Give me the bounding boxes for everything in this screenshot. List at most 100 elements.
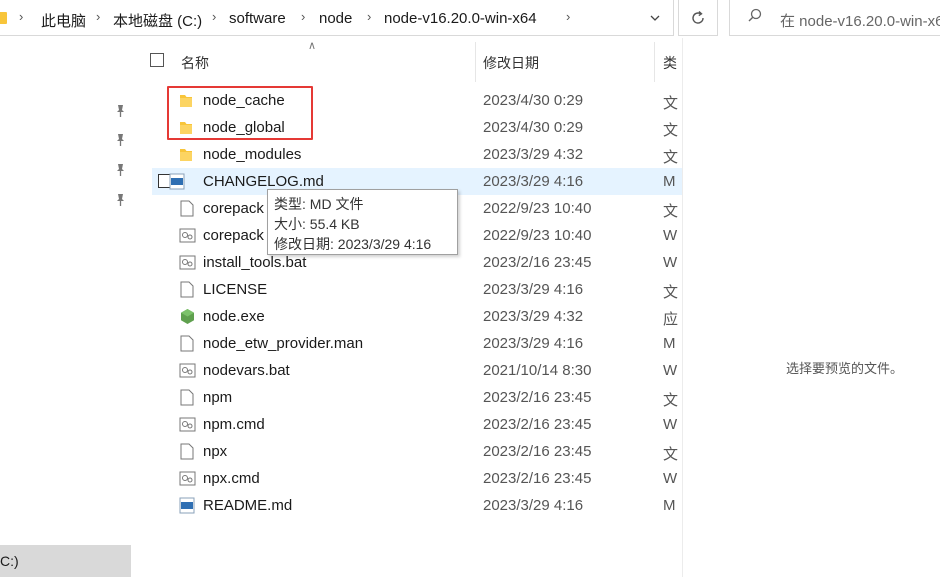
address-bar[interactable]: › 此电脑 › 本地磁盘 (C:) › software › node › no… [0, 0, 674, 36]
column-divider[interactable] [475, 42, 476, 82]
file-type: 文 [663, 149, 679, 166]
file-type: W [663, 362, 678, 379]
file-date: 2021/10/14 8:30 [483, 362, 592, 379]
file-name: node_modules [203, 146, 302, 163]
search-placeholder: 在 node-v16.20.0-win-x64 [780, 13, 940, 30]
select-all-checkbox[interactable] [150, 53, 164, 67]
chevron-right-icon[interactable]: › [367, 9, 371, 24]
search-icon [748, 8, 762, 22]
file-icon [180, 335, 194, 352]
list-item-file[interactable]: nodevars.bat 2021/10/14 8:30 W [169, 357, 682, 384]
batch-file-icon [179, 228, 196, 243]
list-item-file[interactable]: node.exe 2023/3/29 4:32 应 [169, 303, 682, 330]
navigation-pane [0, 38, 132, 577]
file-name: npm [203, 389, 233, 406]
sort-ascending-icon: ∧ [308, 40, 317, 52]
file-name: nodevars.bat [203, 362, 290, 379]
file-name: npx.cmd [203, 470, 260, 487]
column-header-name[interactable]: 名称 [181, 53, 209, 73]
folder-icon [0, 12, 7, 24]
file-name: CHANGELOG.md [203, 173, 324, 190]
refresh-icon [692, 10, 704, 24]
file-date: 2023/2/16 23:45 [483, 254, 592, 271]
file-date: 2023/2/16 23:45 [483, 389, 592, 406]
breadcrumb-local-disk[interactable]: 本地磁盘 (C:) [113, 10, 202, 31]
column-header-row: ∧ 名称 修改日期 类 [132, 38, 682, 84]
search-input[interactable]: 在 node-v16.20.0-win-x64 [729, 0, 940, 36]
batch-file-icon [179, 471, 196, 486]
file-name: LICENSE [203, 281, 268, 298]
annotation-highlight-box [167, 86, 313, 140]
node-exe-icon [181, 309, 194, 324]
file-date: 2023/4/30 0:29 [483, 119, 584, 136]
file-type: M [663, 173, 676, 190]
column-header-date[interactable]: 修改日期 [483, 53, 539, 73]
column-divider[interactable] [654, 42, 655, 82]
chevron-right-icon[interactable]: › [19, 9, 23, 24]
file-type: 文 [663, 203, 679, 220]
list-item-file[interactable]: node_etw_provider.man 2023/3/29 4:16 M [169, 330, 682, 357]
file-type: W [663, 470, 678, 487]
batch-file-icon [179, 255, 196, 270]
file-type: M [663, 335, 676, 352]
list-item-file[interactable]: README.md 2023/3/29 4:16 M [169, 492, 682, 519]
file-date: 2022/9/23 10:40 [483, 227, 592, 244]
tooltip-size: 大小: 55.4 KB [274, 216, 360, 232]
pin-icon[interactable] [113, 104, 127, 118]
chevron-right-icon[interactable]: › [301, 9, 305, 24]
breadcrumb-node[interactable]: node [319, 10, 352, 27]
list-item-file[interactable]: npm 2023/2/16 23:45 文 [169, 384, 682, 411]
file-icon [180, 281, 194, 298]
file-type: W [663, 227, 678, 244]
tooltip-date: 修改日期: 2023/3/29 4:16 [274, 236, 432, 252]
chevron-right-icon[interactable]: › [96, 9, 100, 24]
preview-pane-message: 选择要预览的文件。 [786, 361, 904, 376]
column-header-type[interactable]: 类 [663, 53, 677, 73]
file-icon [180, 200, 194, 217]
list-item-folder[interactable]: node_modules 2023/3/29 4:32 文 [169, 141, 682, 168]
file-date: 2023/2/16 23:45 [483, 443, 592, 460]
file-type: 文 [663, 392, 679, 409]
file-date: 2023/3/29 4:32 [483, 308, 584, 325]
pin-icon[interactable] [113, 193, 127, 207]
file-name: node_etw_provider.man [203, 335, 364, 352]
markdown-file-icon [169, 173, 185, 190]
file-type: 文 [663, 446, 679, 463]
file-name: corepack [203, 200, 264, 217]
breadcrumb-this-pc[interactable]: 此电脑 [41, 10, 86, 31]
list-item-file[interactable]: npx 2023/2/16 23:45 文 [169, 438, 682, 465]
chevron-down-icon[interactable] [649, 12, 661, 24]
file-date: 2023/3/29 4:16 [483, 335, 584, 352]
nav-item-label: C:) [0, 553, 19, 569]
file-name: README.md [203, 497, 293, 514]
file-name: npm.cmd [203, 416, 265, 433]
file-info-tooltip: 类型: MD 文件 大小: 55.4 KB 修改日期: 2023/3/29 4:… [267, 189, 458, 255]
breadcrumb-node-version[interactable]: node-v16.20.0-win-x64 [384, 10, 537, 27]
tooltip-type: 类型: MD 文件 [274, 196, 364, 212]
file-date: 2023/3/29 4:16 [483, 173, 584, 190]
chevron-right-icon[interactable]: › [212, 9, 216, 24]
pin-icon[interactable] [113, 163, 127, 177]
file-type: W [663, 254, 678, 271]
file-date: 2023/2/16 23:45 [483, 416, 592, 433]
list-item-file[interactable]: npm.cmd 2023/2/16 23:45 W [169, 411, 682, 438]
chevron-right-icon[interactable]: › [566, 9, 570, 24]
file-type: 文 [663, 95, 679, 112]
file-date: 2023/2/16 23:45 [483, 470, 592, 487]
nav-item-local-disk[interactable]: C:) [0, 545, 131, 577]
pin-icon[interactable] [113, 133, 127, 147]
file-date: 2023/3/29 4:16 [483, 281, 584, 298]
file-date: 2023/3/29 4:32 [483, 146, 584, 163]
preview-pane-divider[interactable] [682, 38, 683, 577]
list-item-file[interactable]: npx.cmd 2023/2/16 23:45 W [169, 465, 682, 492]
refresh-button[interactable] [678, 0, 718, 36]
file-type: 应 [663, 311, 679, 328]
breadcrumb-software[interactable]: software [229, 10, 286, 27]
folder-icon [180, 149, 192, 161]
file-name: node.exe [203, 308, 265, 325]
batch-file-icon [179, 417, 196, 432]
file-name: corepack [203, 227, 264, 244]
file-type: W [663, 416, 678, 433]
list-item-file[interactable]: LICENSE 2023/3/29 4:16 文 [169, 276, 682, 303]
file-type: 文 [663, 122, 679, 139]
